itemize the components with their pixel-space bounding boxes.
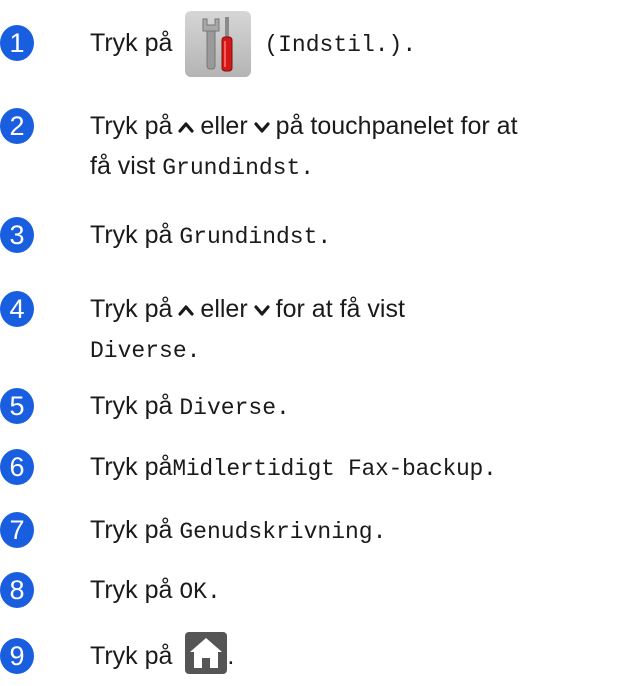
step-text: Tryk på xyxy=(90,112,173,140)
chevron-up-icon xyxy=(178,304,195,316)
step-number-badge: 2 xyxy=(0,108,34,144)
step-text: for at få vist xyxy=(275,295,405,323)
step-text: Tryk på xyxy=(90,221,173,249)
settings-tools-icon xyxy=(185,11,252,78)
home-icon xyxy=(185,632,228,675)
step-2: 2 Tryk på eller på touchpanelet for at få … xyxy=(0,104,627,184)
step-menu-text: (Indstil.). xyxy=(264,32,417,58)
step-number-badge: 7 xyxy=(0,512,34,548)
step-text: Tryk på xyxy=(90,642,173,670)
step-number-badge: 3 xyxy=(0,217,34,253)
step-4: 4 Tryk på eller for at få vist Diverse. xyxy=(0,291,627,371)
step-3: 3 Tryk på Grundindst. xyxy=(0,217,627,257)
step-menu-text: Grundindst. xyxy=(179,224,332,250)
step-text: få vist xyxy=(90,152,156,180)
step-text: Tryk på xyxy=(90,453,173,481)
step-number-badge: 9 xyxy=(0,638,34,674)
step-text: eller xyxy=(200,295,248,323)
step-number-badge: 8 xyxy=(0,572,34,608)
step-text: på touchpanelet for at xyxy=(275,112,518,140)
step-number-badge: 5 xyxy=(0,388,34,424)
step-menu-text: OK. xyxy=(179,579,221,605)
step-menu-text: Diverse. xyxy=(90,338,201,364)
chevron-down-icon xyxy=(254,121,270,133)
step-7: 7 Tryk på Genudskrivning. xyxy=(0,512,627,552)
step-text: eller xyxy=(200,112,248,140)
step-menu-text: Midlertidigt Fax-backup. xyxy=(172,456,497,482)
step-number-badge: 4 xyxy=(0,291,34,327)
step-6: 6 Tryk påMidlertidigt Fax-backup. xyxy=(0,449,627,489)
step-text: Tryk på xyxy=(90,29,173,57)
step-1: 1 Tryk på (Indstil.). xyxy=(0,10,627,78)
chevron-up-icon xyxy=(178,121,195,133)
step-text: Tryk på xyxy=(90,516,173,544)
step-number-badge: 1 xyxy=(0,25,34,61)
step-5: 5 Tryk på Diverse. xyxy=(0,388,627,428)
step-text: Tryk på xyxy=(90,295,173,323)
step-text: Tryk på xyxy=(90,576,173,604)
step-9: 9 Tryk på . xyxy=(0,632,627,678)
step-menu-text: Diverse. xyxy=(179,395,290,421)
step-text: Tryk på xyxy=(90,392,173,420)
chevron-down-icon xyxy=(254,304,270,316)
step-8: 8 Tryk på OK. xyxy=(0,572,627,612)
step-text: . xyxy=(227,642,235,670)
step-menu-text: Genudskrivning. xyxy=(179,519,387,545)
step-number-badge: 6 xyxy=(0,449,34,485)
step-menu-text: Grundindst. xyxy=(162,155,315,181)
